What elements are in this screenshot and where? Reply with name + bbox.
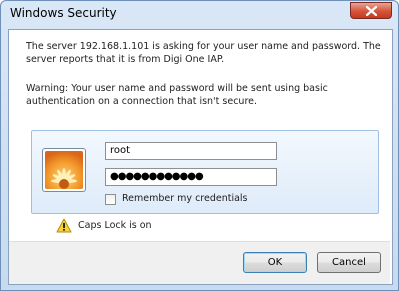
title-bar[interactable]: Windows Security (1, 1, 398, 27)
security-warning: Warning: Your user name and password wil… (26, 83, 328, 107)
password-field[interactable]: ●●●●●●●●●●●● (105, 168, 277, 186)
flower-user-tile-icon (45, 151, 83, 189)
close-icon (366, 6, 377, 16)
caps-lock-label: Caps Lock is on (78, 220, 152, 231)
warning-icon (56, 218, 72, 233)
close-button[interactable] (350, 2, 392, 19)
remember-checkbox[interactable] (105, 194, 116, 205)
button-bar: OK Cancel (9, 241, 390, 284)
cancel-button[interactable]: Cancel (317, 252, 381, 273)
server-message: The server 192.168.1.101 is asking for y… (26, 41, 381, 65)
remember-label: Remember my credentials (122, 193, 248, 204)
dialog-window: Windows Security The server 192.168.1.10… (0, 0, 399, 291)
user-tile (42, 148, 86, 192)
window-title: Windows Security (10, 6, 117, 20)
ok-button[interactable]: OK (243, 252, 307, 273)
credential-panel: root ●●●●●●●●●●●● Remember my credential… (31, 130, 379, 214)
username-field[interactable]: root (105, 142, 277, 160)
